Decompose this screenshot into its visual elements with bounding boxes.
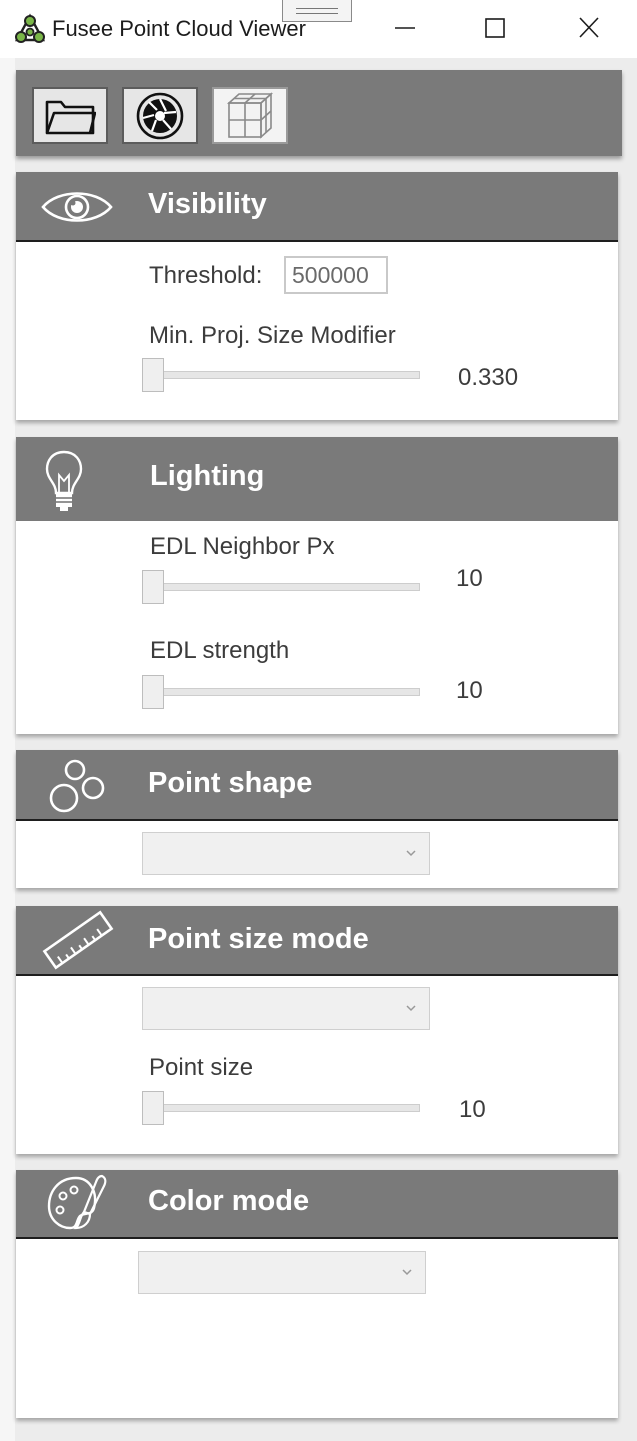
palette-icon [47, 1174, 107, 1230]
lighting-header[interactable]: Lighting [16, 437, 618, 521]
point-size-slider[interactable] [142, 1104, 420, 1112]
point-shape-section: Point shape [16, 750, 618, 888]
circles-icon [49, 759, 105, 813]
point-size-mode-dropdown[interactable] [142, 987, 430, 1030]
point-size-label: Point size [149, 1054, 254, 1081]
eye-icon [41, 192, 113, 222]
app-logo-icon [14, 13, 46, 43]
color-mode-dropdown[interactable] [138, 1251, 426, 1294]
point-size-value: 10 [459, 1096, 486, 1123]
color-mode-title: Color mode [148, 1185, 310, 1217]
point-size-mode-header[interactable]: Point size mode [16, 906, 618, 976]
edl-strength-label: EDL strength [150, 637, 290, 664]
edl-strength-slider[interactable] [142, 688, 420, 696]
color-mode-section: Color mode [16, 1170, 618, 1418]
min-proj-size-slider[interactable] [142, 371, 420, 379]
point-size-mode-title: Point size mode [148, 923, 369, 955]
folder-open-icon [45, 100, 96, 134]
edl-neighbor-label: EDL Neighbor Px [150, 533, 335, 560]
window-title: Fusee Point Cloud Viewer [52, 16, 306, 41]
control-panel: Visibility Threshold: Min. Proj. Size Mo… [0, 58, 637, 1441]
point-size-mode-section: Point size mode Point size 10 [16, 906, 618, 1154]
point-shape-dropdown[interactable] [142, 832, 430, 875]
ruler-icon [42, 910, 114, 970]
edl-strength-value: 10 [456, 677, 483, 704]
min-proj-size-slider-thumb[interactable] [142, 358, 164, 392]
visibility-header[interactable]: Visibility [16, 172, 618, 242]
toolbar [16, 70, 622, 156]
chevron-down-icon [402, 1269, 412, 1276]
chevron-down-icon [406, 1005, 416, 1012]
edl-neighbor-value: 10 [456, 565, 483, 592]
minimize-button[interactable] [382, 10, 428, 46]
edl-strength-slider-thumb[interactable] [142, 675, 164, 709]
cube-icon [226, 91, 274, 139]
threshold-label: Threshold: [149, 262, 263, 289]
threshold-input[interactable] [284, 256, 388, 294]
point-shape-header[interactable]: Point shape [16, 750, 618, 821]
color-mode-header[interactable]: Color mode [16, 1170, 618, 1239]
drag-handle[interactable] [282, 0, 352, 22]
visibility-section: Visibility Threshold: Min. Proj. Size Mo… [16, 172, 618, 420]
min-proj-size-label: Min. Proj. Size Modifier [149, 322, 396, 349]
lighting-section: Lighting EDL Neighbor Px 10 EDL strength… [16, 437, 618, 734]
light-bulb-icon [45, 450, 83, 511]
point-shape-title: Point shape [148, 767, 313, 799]
visibility-title: Visibility [148, 188, 267, 220]
min-proj-size-value: 0.330 [458, 364, 519, 391]
lighting-title: Lighting [150, 460, 265, 492]
chevron-down-icon [406, 850, 416, 857]
camera-button[interactable] [122, 87, 198, 144]
edl-neighbor-slider-thumb[interactable] [142, 570, 164, 604]
close-button[interactable] [566, 10, 612, 46]
open-file-button[interactable] [32, 87, 108, 144]
panel-left-edge [0, 58, 15, 1441]
point-size-slider-thumb[interactable] [142, 1091, 164, 1125]
edl-neighbor-slider[interactable] [142, 583, 420, 591]
maximize-button[interactable] [472, 10, 518, 46]
cube-view-button[interactable] [212, 87, 288, 144]
title-bar[interactable]: Fusee Point Cloud Viewer [0, 0, 637, 58]
camera-aperture-icon [136, 92, 184, 139]
